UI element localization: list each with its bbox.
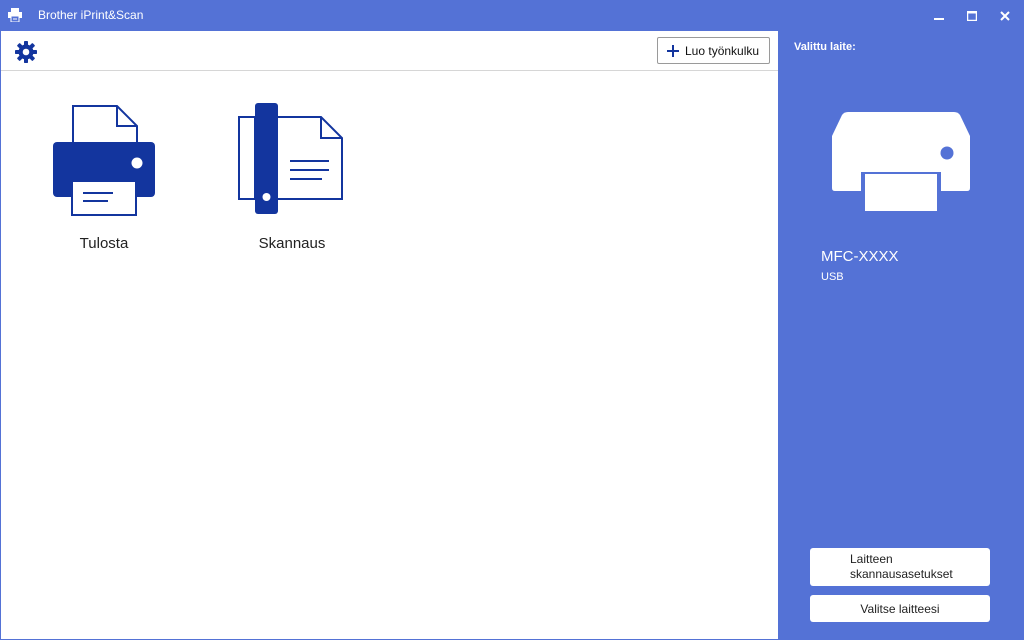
close-icon — [1000, 10, 1010, 21]
toolbar: Luo työnkulku — [1, 31, 778, 71]
selected-device-heading: Valittu laite: — [794, 41, 856, 53]
printer-app-icon — [8, 8, 22, 22]
create-workflow-label: Luo työnkulku — [685, 43, 760, 58]
print-tile[interactable]: Tulosta — [48, 101, 160, 261]
scan-settings-label-line1: Laitteen — [850, 552, 893, 566]
gear-icon[interactable] — [14, 40, 38, 64]
plus-icon — [667, 44, 679, 57]
minimize-icon — [934, 17, 944, 20]
scan-tile[interactable]: Skannaus — [233, 101, 351, 261]
scanner-icon — [238, 103, 343, 214]
printer-icon — [53, 105, 155, 216]
device-printer-icon — [832, 112, 970, 215]
scan-label: Skannaus — [258, 235, 326, 252]
scan-settings-label-line2: skannausasetukset — [850, 567, 953, 581]
close-button[interactable] — [988, 0, 1022, 31]
minimize-button[interactable] — [922, 0, 956, 31]
device-connection: USB — [821, 271, 844, 283]
select-device-label: Valitse laitteesi — [860, 601, 940, 616]
main-panel: Luo työnkulku Tulosta Skannaus — [1, 31, 778, 639]
create-workflow-button[interactable]: Luo työnkulku — [657, 37, 770, 64]
window-title: Brother iPrint&Scan — [38, 8, 144, 22]
print-label: Tulosta — [79, 235, 129, 252]
device-scan-settings-button[interactable]: Laitteen skannausasetukset — [810, 548, 990, 586]
selected-device-panel: Valittu laite: MFC-XXXX USB Laitteen ska… — [778, 31, 1023, 639]
title-bar: Brother iPrint&Scan — [0, 0, 1024, 31]
maximize-icon — [967, 10, 977, 21]
select-device-button[interactable]: Valitse laitteesi — [810, 595, 990, 622]
maximize-button[interactable] — [955, 0, 989, 31]
device-model: MFC-XXXX — [821, 248, 899, 265]
